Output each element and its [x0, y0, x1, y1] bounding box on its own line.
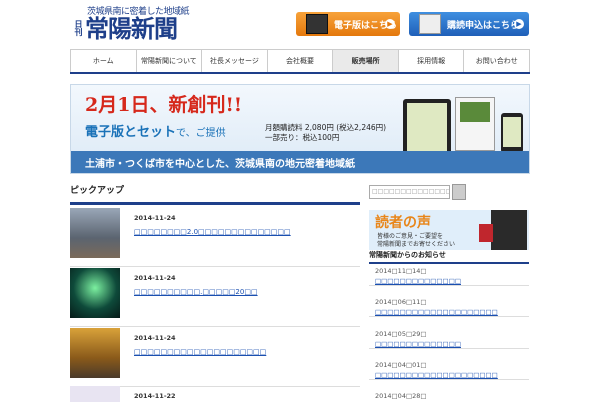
nav-item-company[interactable]: 会社概要 [266, 50, 333, 72]
promo-banner[interactable]: 2月1日、新創刊!! 電子版とセットで、ご提供 月額購読料 2,080円 (税込… [70, 84, 530, 174]
site-header: 茨城県南に密着した地域紙 日刊 常陽新聞 電子版はこちら ▶ 購読申込はこちら … [70, 0, 530, 46]
search-input[interactable]: □□□□□□□□□□□□□□ [369, 185, 450, 199]
illumination-photo[interactable] [70, 268, 120, 318]
banner-subheadline: 電子版とセットで、ご提供 [85, 121, 226, 140]
pickup-link[interactable]: □□□□□□□□□□.□□□□□20□□ [134, 288, 258, 296]
subscribe-button[interactable]: 購読申込はこちら ▶ [409, 12, 529, 36]
pickup-link[interactable]: □□□□□□□□□□□□□□□□□□□□ [134, 348, 266, 356]
pickup-date: 2014-11-22 [134, 392, 176, 400]
news-item: 2014□04□01□ □□□□□□□□□□□□□□□□□□□□ [369, 359, 529, 380]
arrow-right-icon: ▶ [385, 19, 395, 29]
main-nav: ホーム 常陽新聞について 社長メッセージ 会社概要 販売場所 採用情報 お問い合… [70, 49, 531, 74]
pickup-row: 2014-11-24 □□□□□□□□2.0□□□□□□□□□□□□□□ [70, 206, 360, 267]
phone-image [501, 113, 523, 153]
readers-voice-line1: 皆様のご意見・ご要望を [377, 233, 444, 240]
banner-headline: 2月1日、新創刊!! [85, 94, 243, 116]
search-button[interactable] [452, 184, 466, 200]
nav-item-president-message[interactable]: 社長メッセージ [201, 50, 267, 72]
tablet-image [403, 99, 451, 155]
pickup-row: 2014-11-22 [70, 384, 360, 402]
news-link[interactable]: □□□□□□□□□□□□□□ [375, 277, 461, 285]
news-date: 2014□04□28□ [375, 392, 427, 400]
banner-strip-text: 土浦市・つくば市を中心とした、茨城県南の地元密着地域紙 [85, 159, 355, 170]
site-logo[interactable]: 常陽新聞 [85, 14, 178, 43]
tablet-icon [306, 14, 328, 34]
digital-edition-button[interactable]: 電子版はこちら ▶ [296, 12, 400, 36]
banner-sub-main: 電子版とセット [85, 125, 177, 140]
readers-voice-banner[interactable]: 読者の声 皆様のご意見・ご要望を 常陽新聞までお寄せください [369, 210, 529, 250]
person-image [491, 210, 527, 250]
readers-voice-title: 読者の声 [375, 215, 431, 231]
news-item: 2014□05□29□ □□□□□□□□□□□□□□ [369, 328, 529, 349]
news-heading: 常陽新聞からのお知らせ [369, 250, 529, 264]
banner-price-single: 一部売り：税込100円 [265, 133, 340, 142]
pickup-link[interactable]: □□□□□□□□2.0□□□□□□□□□□□□□□ [134, 228, 291, 236]
banner-sub-tail: で、ご提供 [176, 128, 226, 139]
readers-voice-line2: 常陽新聞までお寄せください [377, 241, 456, 248]
nav-item-home[interactable]: ホーム [70, 50, 136, 72]
newspaper-icon [419, 14, 441, 34]
autumn-trees-photo[interactable] [70, 328, 120, 378]
readers-voice-text: 皆様のご意見・ご要望を 常陽新聞までお寄せください [377, 233, 455, 249]
subscribe-label: 購読申込はこちら [447, 20, 520, 31]
news-link[interactable]: □□□□□□□□□□□□□□ [375, 340, 461, 348]
news-date: 2014□05□29□ [375, 330, 427, 338]
banner-price-monthly: 月額購読料 2,080円 (税込2,246円) [265, 123, 387, 132]
arrow-right-icon: ▶ [514, 19, 524, 29]
book-image [479, 224, 493, 242]
pickup-date: 2014-11-24 [134, 214, 176, 222]
news-date: 2014□06□11□ [375, 298, 427, 306]
logo-text: 常陽新聞 [85, 14, 178, 43]
newspaper-image [455, 97, 495, 151]
news-item: 2014□04□28□ [369, 390, 529, 400]
pickup-row: 2014-11-24 □□□□□□□□□□□□□□□□□□□□ [70, 326, 360, 387]
pickup-date: 2014-11-24 [134, 334, 176, 342]
pickup-heading: ピックアップ [70, 184, 360, 205]
news-date: 2014□11□14□ [375, 267, 427, 275]
nav-item-contact[interactable]: お問い合わせ [463, 50, 531, 72]
nav-item-sales-locations[interactable]: 販売場所 [332, 50, 398, 72]
news-date: 2014□04□01□ [375, 361, 427, 369]
news-link[interactable]: □□□□□□□□□□□□□□□□□□□□ [375, 308, 498, 316]
banner-price: 月額購読料 2,080円 (税込2,246円) 一部売り：税込100円 [265, 123, 386, 143]
pickup-date: 2014-11-24 [134, 274, 176, 282]
pickup-row: 2014-11-24 □□□□□□□□□□.□□□□□20□□ [70, 266, 360, 327]
logo-daily-label: 日刊 [74, 20, 84, 36]
nav-item-recruit[interactable]: 採用情報 [397, 50, 464, 72]
news-link[interactable]: □□□□□□□□□□□□□□□□□□□□ [375, 371, 498, 379]
nav-item-about[interactable]: 常陽新聞について [135, 50, 202, 72]
news-item: 2014□11□14□ □□□□□□□□□□□□□□ [369, 265, 529, 286]
news-item: 2014□06□11□ □□□□□□□□□□□□□□□□□□□□ [369, 296, 529, 317]
group-photo[interactable] [70, 208, 120, 258]
